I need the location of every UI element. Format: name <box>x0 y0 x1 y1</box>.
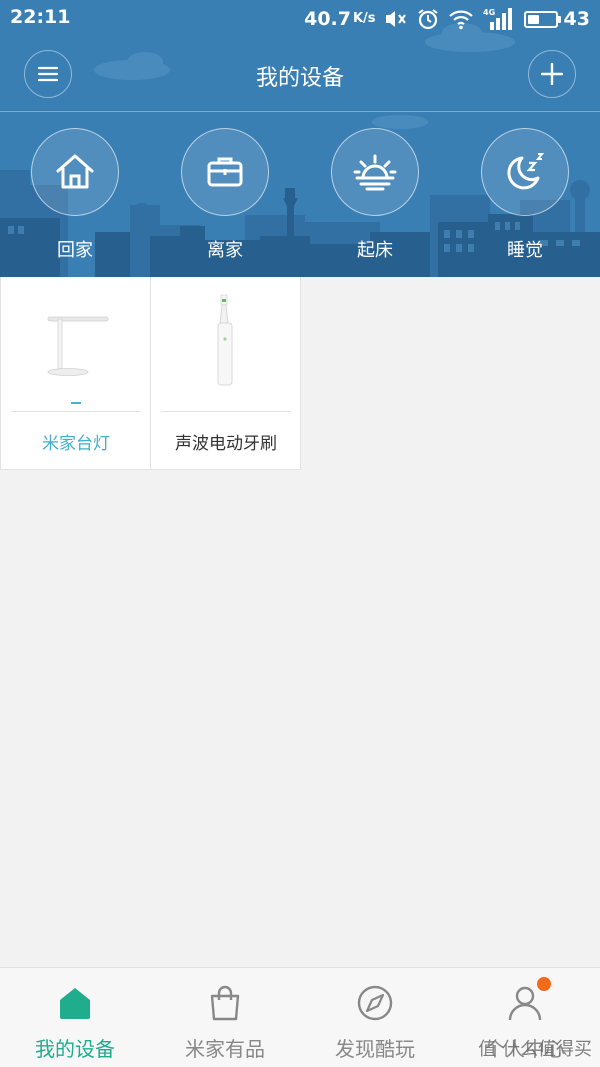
svg-text:4G: 4G <box>483 8 495 17</box>
page-title: 我的设备 <box>255 66 344 91</box>
scene-label: 回家 <box>57 240 93 261</box>
scene-wake-up[interactable]: 起床 <box>320 128 430 268</box>
shopping-bag-icon <box>210 985 240 1021</box>
scene-shortcuts: 回家 离家 起床 睡觉 <box>0 128 600 268</box>
sunrise-icon <box>353 154 397 191</box>
battery-icon: 43 <box>523 8 590 30</box>
desk-lamp-icon <box>47 316 109 376</box>
home-filled-icon <box>60 988 90 1019</box>
header-divider <box>0 111 600 112</box>
briefcase-icon <box>207 157 243 187</box>
mute-icon <box>384 8 408 30</box>
nav-discover[interactable]: 发现酷玩 <box>300 968 450 1067</box>
device-card-desk-lamp[interactable]: 米家台灯 <box>1 277 151 469</box>
status-bar: 22:11 40.7 K/s 4G 43 <box>0 0 600 38</box>
nav-label: 米家有品 <box>185 1037 265 1061</box>
scene-label: 睡觉 <box>507 240 543 261</box>
status-time: 22:11 <box>10 6 71 28</box>
watermark: 值 什么值得买 <box>478 1039 592 1060</box>
nav-my-devices[interactable]: 我的设备 <box>0 968 150 1067</box>
nav-mijia-youpin[interactable]: 米家有品 <box>150 968 300 1067</box>
person-icon <box>508 986 542 1021</box>
notification-badge <box>537 977 551 991</box>
compass-icon <box>357 985 393 1021</box>
home-icon <box>56 154 94 189</box>
header: 22:11 40.7 K/s 4G 43 我的设备 回家 离家 起床 睡觉 <box>0 0 600 277</box>
scene-label: 起床 <box>357 240 393 261</box>
device-name: 米家台灯 <box>42 434 110 454</box>
wifi-icon <box>448 8 474 30</box>
add-device-button[interactable] <box>528 50 576 98</box>
title-row: 我的设备 <box>0 50 600 100</box>
moon-sleep-icon <box>507 153 545 190</box>
scene-leave-home[interactable]: 离家 <box>170 128 280 268</box>
nav-label: 发现酷玩 <box>335 1037 415 1061</box>
nav-label: 我的设备 <box>35 1037 115 1061</box>
battery-level: 43 <box>563 8 590 30</box>
signal-4g-icon: 4G <box>482 7 516 31</box>
device-online-indicator <box>71 402 81 404</box>
plus-icon <box>541 63 563 85</box>
device-name: 声波电动牙刷 <box>175 434 277 454</box>
alarm-icon <box>416 7 440 31</box>
network-speed: 40.7 <box>304 8 351 30</box>
device-card-toothbrush[interactable]: 声波电动牙刷 <box>151 277 301 469</box>
scene-home[interactable]: 回家 <box>20 128 130 268</box>
device-grid: 米家台灯 声波电动牙刷 <box>0 277 301 470</box>
bottom-nav: 我的设备 米家有品 发现酷玩 个人中心 值 什么值得买 <box>0 967 600 1067</box>
scene-label: 离家 <box>207 240 243 261</box>
network-speed-unit: K/s <box>352 11 376 26</box>
toothbrush-icon <box>217 294 233 386</box>
scene-sleep[interactable]: 睡觉 <box>470 128 580 268</box>
